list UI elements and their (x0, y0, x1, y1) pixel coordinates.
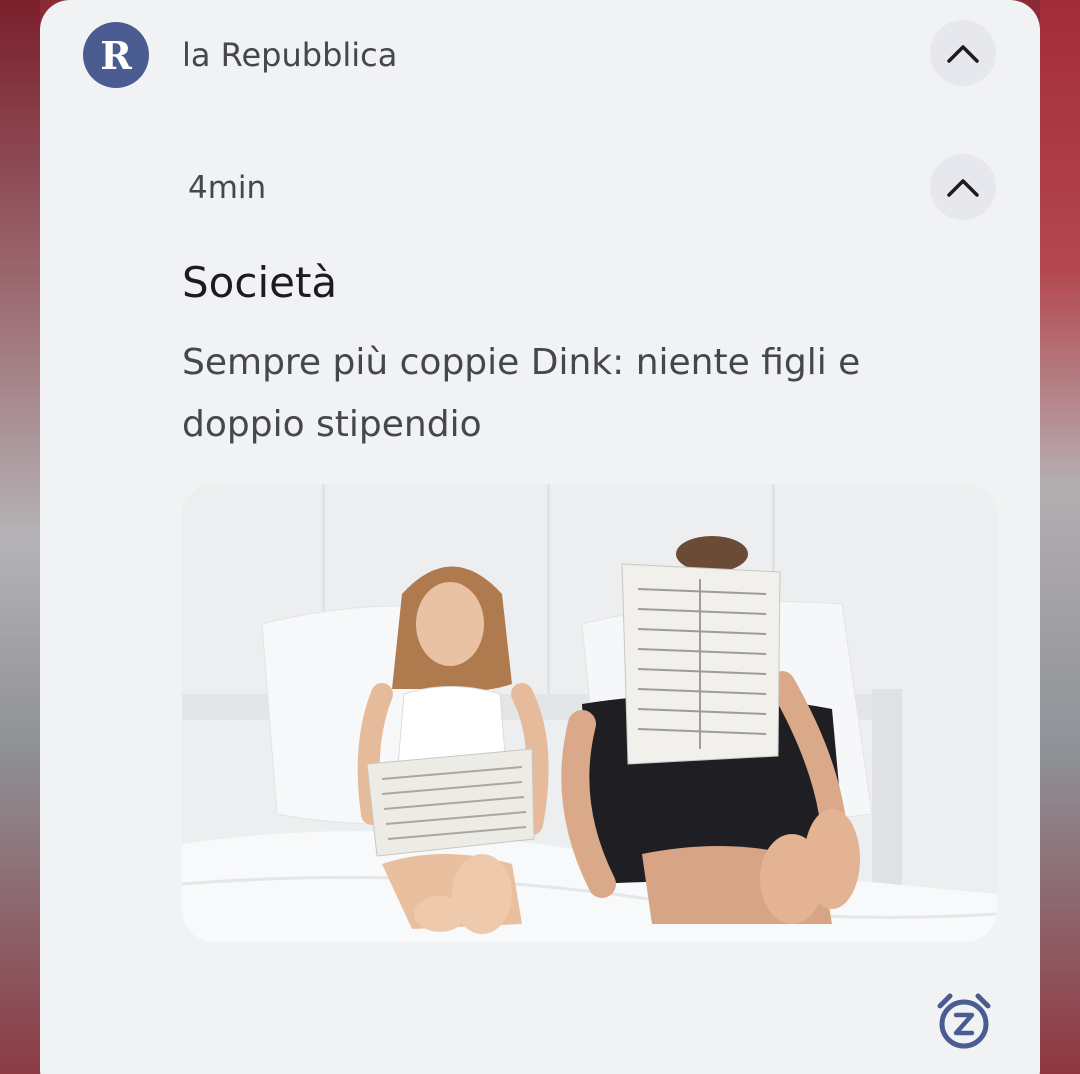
notification-time: 4min (188, 170, 267, 206)
couple-reading-newspapers-image (182, 484, 997, 942)
notification-body: Sempre più coppie Dink: niente figli e d… (182, 342, 861, 445)
background-left-edge (0, 0, 40, 1074)
notification-card[interactable]: R la Repubblica 4min Società Sempre più … (40, 0, 1040, 1074)
notification-title: Società (182, 258, 338, 307)
app-name: la Repubblica (182, 36, 398, 74)
collapse-group-button[interactable] (930, 20, 996, 86)
chevron-up-icon (947, 179, 979, 197)
app-icon-letter: R (100, 32, 132, 78)
app-icon: R (83, 22, 149, 88)
collapse-notification-button[interactable] (930, 154, 996, 220)
snooze-alarm-icon[interactable] (936, 990, 992, 1050)
article-image[interactable] (182, 484, 997, 942)
background-right-edge (1040, 0, 1080, 1074)
chevron-up-icon (947, 45, 979, 63)
